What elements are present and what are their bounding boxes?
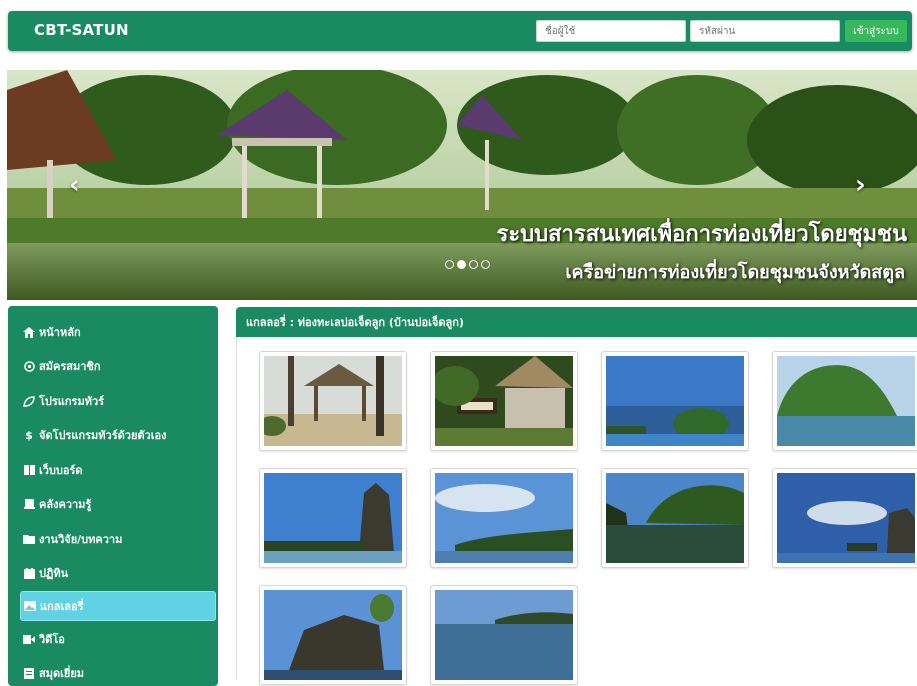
sidebar-item-label: คลังความรู้ xyxy=(39,498,92,511)
sidebar-item-tour-program[interactable]: โปรแกรมทัวร์ xyxy=(22,389,212,413)
leaf-icon xyxy=(22,395,36,407)
calendar-icon xyxy=(22,567,36,579)
sidebar-item-label: โปรแกรมทัวร์ xyxy=(39,395,105,408)
sidebar-item-label: สมุดเยี่ยม xyxy=(39,667,85,680)
distant-rocks-photo xyxy=(777,473,915,563)
rock-cliff-photo xyxy=(264,473,402,563)
sidebar-item-knowledge[interactable]: คลังความรู้ xyxy=(22,492,212,516)
gallery-heading: แกลลอรี่ : ท่องทะเลบ่อเจ็ดลูก (บ้านบ่อเจ… xyxy=(236,307,917,337)
sidebar-item-label: สมัครสมาชิก xyxy=(39,360,101,373)
sidebar-item-label: งานวิจัย/บทความ xyxy=(39,533,123,546)
image-icon xyxy=(23,601,37,611)
carousel-caption-subtitle: เครือข่ายการท่องเที่ยวโดยชุมชนจังหวัดสตู… xyxy=(565,262,905,283)
gallery-thumbnail[interactable] xyxy=(601,468,749,568)
home-icon xyxy=(22,326,36,338)
folder-icon xyxy=(22,534,36,544)
sidebar-item-label: ปฏิทิน xyxy=(39,567,69,580)
book-icon xyxy=(22,499,36,509)
sidebar-item-label: หน้าหลัก xyxy=(39,326,81,339)
carousel-indicator[interactable] xyxy=(481,260,490,269)
carousel-indicators xyxy=(445,260,490,269)
gallery-thumbnail[interactable] xyxy=(772,351,917,451)
carousel-indicator[interactable] xyxy=(445,260,454,269)
hero-carousel: ‹ › ระบบสารสนเทศเพื่อการท่องเที่ยวโดยชุม… xyxy=(7,70,917,300)
top-navbar: CBT-SATUN เข้าสู่ระบบ xyxy=(8,11,912,51)
sidebar-item-label: จัดโปรแกรมทัวร์ด้วยตัวเอง xyxy=(39,429,167,442)
limestone-rock-photo xyxy=(264,590,402,680)
coastline-photo xyxy=(435,473,573,563)
gallery-thumbnail[interactable] xyxy=(259,351,407,451)
small-island-photo xyxy=(606,356,744,446)
guestbook-icon xyxy=(22,667,36,679)
sidebar-menu: หน้าหลัก สมัครสมาชิก โปรแกรมทัวร์ $ จัดโ… xyxy=(8,306,218,686)
carousel-caption-title: ระบบสารสนเทศเพื่อการท่องเที่ยวโดยชุมชน xyxy=(496,221,907,247)
password-input[interactable] xyxy=(690,20,840,42)
homestay-sign-photo xyxy=(435,356,573,446)
gallery-thumbnail[interactable] xyxy=(259,585,407,685)
calm-sea-photo xyxy=(435,590,573,680)
sidebar-item-label: วิดีโอ xyxy=(39,633,65,646)
gallery-thumbnail[interactable] xyxy=(772,468,917,568)
carousel-prev-icon[interactable]: ‹ xyxy=(69,170,80,200)
carousel-next-icon[interactable]: › xyxy=(855,170,866,200)
sidebar-item-gallery[interactable]: แกลเลอรี่ xyxy=(20,591,216,621)
green-island-photo xyxy=(777,356,915,446)
sidebar-item-custom-tour[interactable]: $ จัดโปรแกรมทัวร์ด้วยตัวเอง xyxy=(22,423,212,447)
gallery-thumbnail[interactable] xyxy=(601,351,749,451)
gallery-thumbnail[interactable] xyxy=(430,585,578,685)
username-input[interactable] xyxy=(536,20,686,42)
sidebar-item-label: เว็บบอร์ด xyxy=(39,464,83,477)
gallery-thumbnail[interactable] xyxy=(259,468,407,568)
video-icon xyxy=(22,634,36,644)
sidebar-item-home[interactable]: หน้าหลัก xyxy=(22,320,212,344)
sidebar-item-guestbook[interactable]: สมุดเยี่ยม xyxy=(22,661,212,685)
sidebar-item-research[interactable]: งานวิจัย/บทความ xyxy=(22,527,212,551)
cliff-reflection-photo xyxy=(606,473,744,563)
login-button[interactable]: เข้าสู่ระบบ xyxy=(845,20,907,42)
sidebar-item-register[interactable]: สมัครสมาชิก xyxy=(22,354,212,378)
gallery-thumbnail[interactable] xyxy=(430,351,578,451)
carousel-indicator[interactable] xyxy=(469,260,478,269)
brand-logo[interactable]: CBT-SATUN xyxy=(34,21,129,39)
gallery-thumbnail[interactable] xyxy=(430,468,578,568)
sidebar-item-webboard[interactable]: เว็บบอร์ด xyxy=(22,458,212,482)
columns-icon xyxy=(22,465,36,475)
sidebar-item-video[interactable]: วิดีโอ xyxy=(22,627,212,651)
dollar-icon: $ xyxy=(25,428,33,442)
sidebar-item-label: แกลเลอรี่ xyxy=(40,600,84,613)
register-icon xyxy=(22,360,36,372)
beach-hut-photo xyxy=(264,356,402,446)
sidebar-item-calendar[interactable]: ปฏิทิน xyxy=(22,561,212,585)
gallery-grid xyxy=(236,337,917,685)
carousel-indicator-active[interactable] xyxy=(457,260,466,269)
